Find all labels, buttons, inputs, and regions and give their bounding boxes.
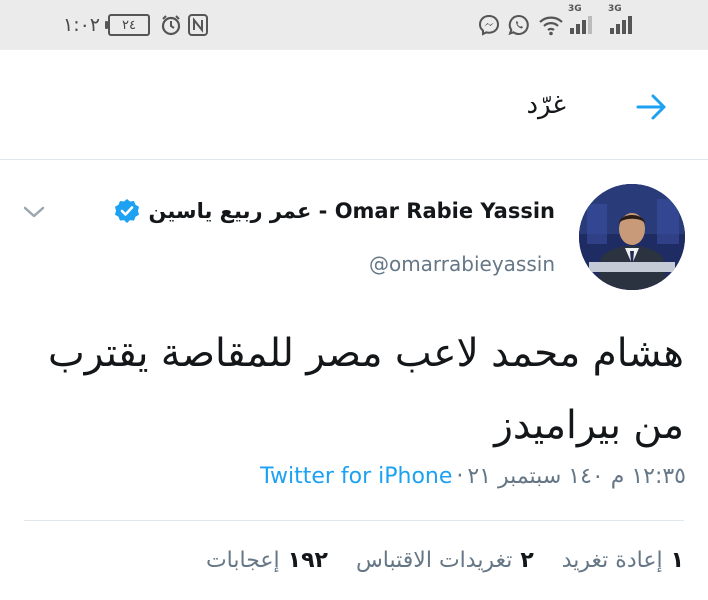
stat-count: ١ <box>670 548 684 573</box>
stat-label: إعجابات <box>205 548 280 573</box>
signal-type-label: 3G <box>608 4 622 14</box>
meta-separator: · <box>456 464 464 489</box>
back-button[interactable] <box>634 92 670 122</box>
avatar[interactable] <box>579 184 685 290</box>
likes-stat[interactable]: ١٩٢ إعجابات <box>206 548 328 573</box>
stat-count: ١٩٢ <box>287 548 328 573</box>
signal-icon: 3G <box>568 4 596 38</box>
status-bar: ١:٠٢ ٢٤ 3G 3G <box>0 0 708 50</box>
author-handle[interactable]: @omarrabieyassin <box>369 252 555 276</box>
battery-level: ٢٤ <box>122 17 136 33</box>
wifi-icon <box>538 12 564 38</box>
chevron-down-icon <box>23 206 45 218</box>
author-display-name: عمر ربيع ياسين - Omar Rabie Yassin <box>148 199 555 223</box>
tweet-source-link[interactable]: Twitter for iPhone <box>260 464 452 489</box>
stat-count: ٢ <box>520 548 534 573</box>
more-options-button[interactable] <box>22 202 46 222</box>
alarm-icon <box>160 12 182 38</box>
quote-tweets-stat[interactable]: ٢ تغريدات الاقتباس <box>356 548 534 573</box>
battery-icon: ٢٤ <box>105 14 150 36</box>
tweet-stats: ١ إعادة تغريد ٢ تغريدات الاقتباس ١٩٢ إعج… <box>206 548 684 573</box>
page-title: غرّد <box>526 90 566 120</box>
status-clock: ١:٠٢ <box>63 14 101 36</box>
stat-label: إعادة تغريد <box>561 548 663 573</box>
verified-badge-icon <box>115 199 140 223</box>
retweets-stat[interactable]: ١ إعادة تغريد <box>562 548 684 573</box>
header: غرّد <box>0 50 708 160</box>
author-name-row[interactable]: عمر ربيع ياسين - Omar Rabie Yassin <box>114 198 555 224</box>
messenger-icon <box>478 12 500 38</box>
tweet-text: هشام محمد لاعب مصر للمقاصة يقترب من بيرا… <box>47 331 684 448</box>
signal-type-label: 3G <box>568 4 582 14</box>
arrow-icon <box>636 94 666 120</box>
whatsapp-icon <box>508 12 530 38</box>
stat-label: تغريدات الاقتباس <box>355 548 513 573</box>
tweet-meta: ١٢:٣٥ م ١٤٠ سبتمبر ٢١ · Twitter for iPho… <box>260 464 686 489</box>
signal-icon: 3G <box>608 4 636 38</box>
nfc-icon <box>188 12 208 38</box>
tweet-timestamp: ١٢:٣٥ م ١٤٠ سبتمبر ٢١ <box>467 464 686 489</box>
divider <box>24 520 684 521</box>
